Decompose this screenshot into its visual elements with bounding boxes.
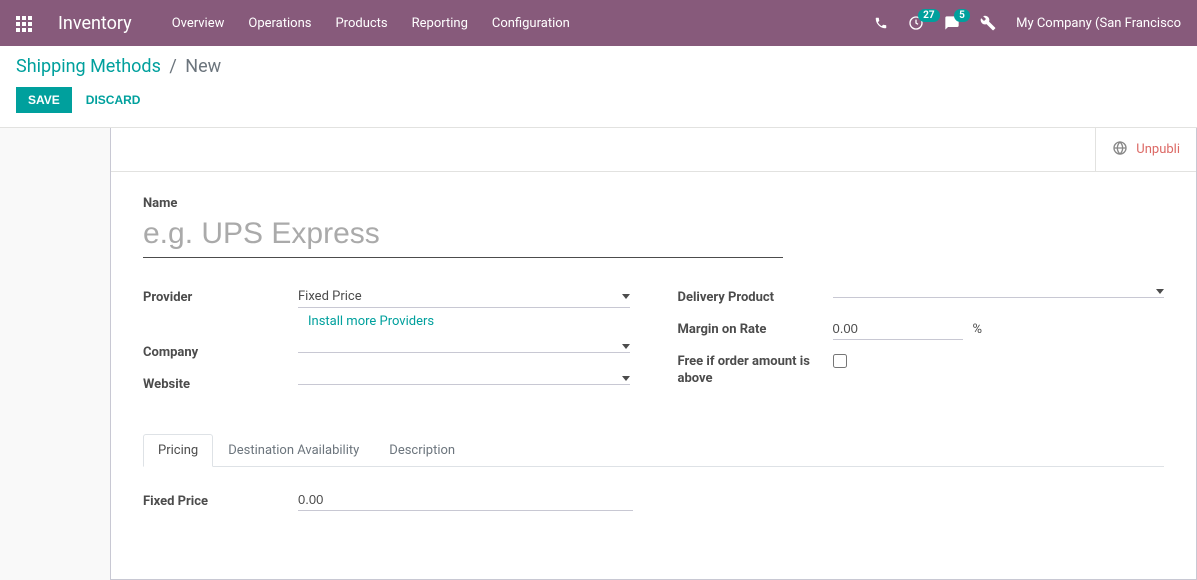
tabs: Pricing Destination Availability Descrip… xyxy=(143,433,1164,467)
right-column: Delivery Product Margin on Rate % xyxy=(678,286,1165,405)
provider-value: Fixed Price xyxy=(298,289,618,304)
delivery-product-label: Delivery Product xyxy=(678,286,833,307)
form-sheet-bg: Unpubli Name Provider Fixed Price xyxy=(0,128,1197,580)
nav-menu: Overview Operations Products Reporting C… xyxy=(172,16,874,31)
tab-description[interactable]: Description xyxy=(374,434,470,467)
button-box: Unpubli xyxy=(111,128,1196,172)
provider-select[interactable]: Fixed Price xyxy=(298,286,630,308)
company-label: Company xyxy=(143,341,298,362)
breadcrumb-parent[interactable]: Shipping Methods xyxy=(16,56,161,77)
activities-badge: 27 xyxy=(918,9,939,22)
apps-icon[interactable] xyxy=(16,16,34,30)
margin-input[interactable] xyxy=(833,318,963,340)
app-title[interactable]: Inventory xyxy=(58,13,132,34)
top-nav: Inventory Overview Operations Products R… xyxy=(0,0,1197,46)
free-over-label: Free if order amount is above xyxy=(678,350,833,388)
nav-right: 27 5 My Company (San Francisco xyxy=(874,15,1181,31)
nav-products[interactable]: Products xyxy=(335,16,387,31)
globe-icon xyxy=(1112,140,1128,160)
breadcrumb: Shipping Methods / New xyxy=(16,56,1181,77)
tab-destination[interactable]: Destination Availability xyxy=(213,434,374,467)
title-group: Name xyxy=(143,196,1164,258)
margin-unit: % xyxy=(973,322,983,337)
fixed-price-input[interactable] xyxy=(298,489,633,511)
messages-badge: 5 xyxy=(954,9,970,22)
nav-operations[interactable]: Operations xyxy=(248,16,311,31)
website-label: Website xyxy=(143,373,298,394)
caret-down-icon xyxy=(622,376,630,381)
notebook: Pricing Destination Availability Descrip… xyxy=(143,433,1164,539)
breadcrumb-separator: / xyxy=(169,56,176,77)
free-over-checkbox[interactable] xyxy=(833,354,847,368)
messages-icon[interactable]: 5 xyxy=(944,15,960,31)
caret-down-icon xyxy=(1156,289,1164,294)
nav-configuration[interactable]: Configuration xyxy=(492,16,570,31)
name-label: Name xyxy=(143,196,1164,211)
activities-icon[interactable]: 27 xyxy=(908,15,924,31)
discard-button[interactable]: Discard xyxy=(86,93,141,107)
left-column: Provider Fixed Price Install more Provid… xyxy=(143,286,630,405)
tab-pane-pricing: Fixed Price xyxy=(143,467,1164,539)
caret-down-icon xyxy=(622,294,630,299)
caret-down-icon xyxy=(622,344,630,349)
name-input[interactable] xyxy=(143,215,783,258)
phone-icon[interactable] xyxy=(874,16,888,30)
control-bar: Shipping Methods / New Save Discard xyxy=(0,46,1197,128)
debug-icon[interactable] xyxy=(980,15,996,31)
website-publish-button[interactable]: Unpubli xyxy=(1095,128,1196,171)
company-selector[interactable]: My Company (San Francisco xyxy=(1016,16,1181,31)
unpublished-label: Unpubli xyxy=(1136,142,1180,157)
form-columns: Provider Fixed Price Install more Provid… xyxy=(143,286,1164,405)
margin-label: Margin on Rate xyxy=(678,318,833,339)
sheet-inner: Name Provider Fixed Price Install more P… xyxy=(111,172,1196,579)
install-providers-link[interactable]: Install more Providers xyxy=(298,308,434,335)
website-select[interactable] xyxy=(298,373,630,385)
tab-pricing[interactable]: Pricing xyxy=(143,434,213,467)
save-button[interactable]: Save xyxy=(16,87,72,113)
control-buttons: Save Discard xyxy=(16,87,1181,113)
nav-overview[interactable]: Overview xyxy=(172,16,225,31)
form-sheet: Unpubli Name Provider Fixed Price xyxy=(110,128,1197,580)
nav-reporting[interactable]: Reporting xyxy=(412,16,468,31)
provider-label: Provider xyxy=(143,286,298,307)
delivery-product-select[interactable] xyxy=(833,286,1165,298)
breadcrumb-current: New xyxy=(185,56,221,77)
fixed-price-label: Fixed Price xyxy=(143,490,298,511)
company-select[interactable] xyxy=(298,341,630,353)
